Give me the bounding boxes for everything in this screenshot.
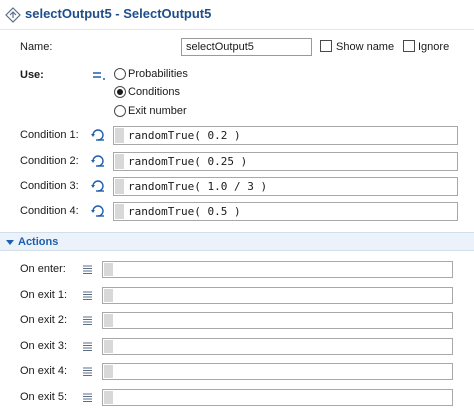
ignore-label: Ignore [418,41,450,53]
on-exit-4-field[interactable] [102,363,453,380]
code-lines-icon [83,291,92,300]
on-exit-2-label: On exit 2: [20,314,68,326]
code-lines-icon [83,265,92,274]
select-output-diamond-icon [5,7,21,23]
field-grip [104,391,113,404]
dynamic-value-icon[interactable] [90,179,106,193]
field-grip [104,289,113,302]
condition-2-code: randomTrue( 0.25 ) [128,155,248,168]
condition-1-field[interactable]: randomTrue( 0.2 ) [113,126,458,145]
on-exit-5-field[interactable] [102,389,453,406]
radio-conditions[interactable] [114,86,126,98]
field-grip [115,204,124,219]
on-exit-5-label: On exit 5: [20,391,68,403]
condition-3-code: randomTrue( 1.0 / 3 ) [128,180,268,193]
on-exit-3-label: On exit 3: [20,340,68,352]
radio-exit-number[interactable] [114,105,126,117]
static-value-icon[interactable] [92,71,106,81]
dynamic-value-icon[interactable] [90,128,106,142]
field-grip [115,154,124,169]
on-exit-4-label: On exit 4: [20,365,68,377]
name-field[interactable]: selectOutput5 [181,38,312,56]
show-name-label: Show name [336,41,395,53]
code-lines-icon [83,342,92,351]
field-grip [115,179,124,194]
radio-probabilities[interactable] [114,68,126,80]
radio-conditions-label: Conditions [128,86,180,98]
condition-1-code: randomTrue( 0.2 ) [128,129,241,142]
ignore-checkbox[interactable] [403,40,415,52]
show-name-checkbox[interactable] [320,40,332,52]
use-label: Use: [20,69,44,81]
condition-4-field[interactable]: randomTrue( 0.5 ) [113,202,458,221]
condition-4-code: randomTrue( 0.5 ) [128,205,241,218]
name-label: Name: [20,41,53,53]
panel-title: selectOutput5 - SelectOutput5 [25,6,212,21]
radio-probabilities-label: Probabilities [128,68,188,80]
on-enter-field[interactable] [102,261,453,278]
actions-section: On enter: On exit 1: On exit 2: On exit … [0,252,474,417]
on-exit-2-field[interactable] [102,312,453,329]
condition-2-label: Condition 2: [20,155,79,167]
actions-section-header[interactable]: Actions [0,232,474,251]
dynamic-value-icon[interactable] [90,204,106,218]
expand-arrow-icon[interactable] [6,240,14,245]
condition-1-label: Condition 1: [20,129,79,141]
condition-3-label: Condition 3: [20,180,79,192]
code-lines-icon [83,393,92,402]
on-exit-1-field[interactable] [102,287,453,304]
field-grip [104,263,113,276]
dynamic-value-icon[interactable] [90,154,106,168]
condition-2-field[interactable]: randomTrue( 0.25 ) [113,152,458,171]
field-grip [104,314,113,327]
field-grip [115,128,124,143]
on-enter-label: On enter: [20,263,66,275]
radio-exit-number-label: Exit number [128,105,187,117]
condition-3-field[interactable]: randomTrue( 1.0 / 3 ) [113,177,458,196]
field-grip [104,365,113,378]
panel-header: selectOutput5 - SelectOutput5 [0,0,474,30]
on-exit-3-field[interactable] [102,338,453,355]
code-lines-icon [83,367,92,376]
code-lines-icon [83,316,92,325]
field-grip [104,340,113,353]
condition-4-label: Condition 4: [20,205,79,217]
on-exit-1-label: On exit 1: [20,289,68,301]
properties-section: Name: selectOutput5 Show name Ignore Use… [0,31,474,232]
actions-section-title: Actions [18,236,59,248]
